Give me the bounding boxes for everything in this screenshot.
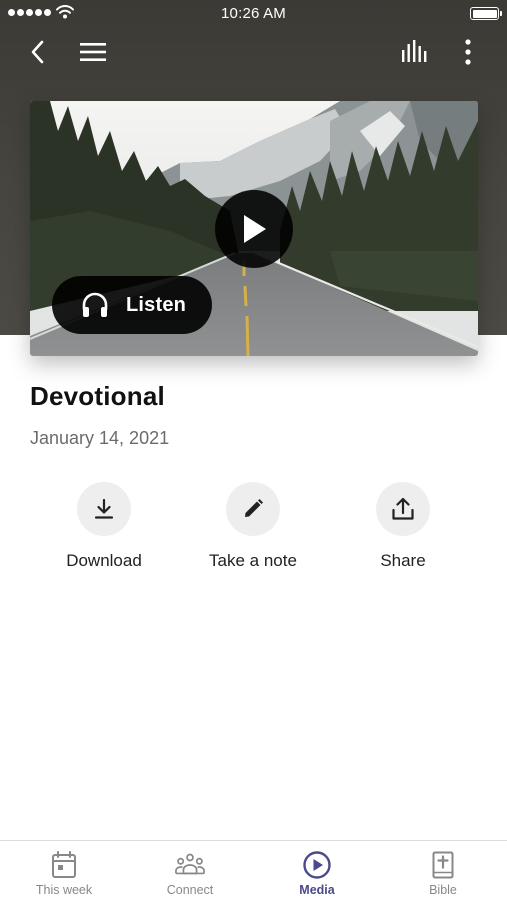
menu-button[interactable] bbox=[76, 36, 110, 68]
headphones-icon bbox=[82, 292, 108, 317]
take-note-circle[interactable] bbox=[226, 482, 280, 536]
tab-label: Connect bbox=[166, 883, 214, 897]
action-row: Download Take a note Share bbox=[0, 482, 507, 582]
calendar-icon bbox=[52, 851, 76, 878]
take-note-label: Take a note bbox=[209, 551, 297, 570]
tab-label: This week bbox=[35, 883, 93, 897]
play-circle-icon bbox=[303, 851, 331, 879]
equalizer-icon bbox=[402, 40, 427, 62]
bible-icon bbox=[432, 851, 454, 879]
tab-label: Bible bbox=[429, 883, 457, 897]
audio-button[interactable] bbox=[397, 36, 433, 68]
share-circle[interactable] bbox=[376, 482, 430, 536]
more-vertical-icon bbox=[465, 39, 471, 65]
more-options-button[interactable] bbox=[455, 36, 481, 68]
download-label: Download bbox=[66, 551, 142, 570]
back-button[interactable] bbox=[22, 36, 54, 68]
tab-bible[interactable]: Bible bbox=[380, 841, 506, 900]
people-icon bbox=[175, 853, 205, 875]
chevron-left-icon bbox=[31, 40, 44, 64]
hamburger-icon bbox=[80, 43, 106, 61]
media-thumbnail[interactable]: Listen bbox=[30, 101, 478, 356]
bottom-tab-bar: This week Connect Media Bible bbox=[0, 840, 507, 900]
download-circle[interactable] bbox=[77, 482, 131, 536]
battery-icon bbox=[470, 7, 502, 20]
status-time: 10:26 AM bbox=[221, 5, 286, 22]
media-date: January 14, 2021 bbox=[30, 428, 170, 448]
pencil-icon bbox=[245, 499, 263, 517]
play-button[interactable] bbox=[215, 190, 293, 268]
listen-button[interactable]: Listen bbox=[52, 276, 212, 334]
tab-media[interactable]: Media bbox=[254, 841, 380, 900]
status-bar: 10:26 AM bbox=[0, 0, 507, 28]
tab-connect[interactable]: Connect bbox=[127, 841, 253, 900]
tab-label: Media bbox=[299, 883, 335, 897]
take-note-button[interactable]: Take a note bbox=[178, 482, 328, 571]
download-icon bbox=[94, 498, 114, 519]
page-title: Devotional bbox=[30, 381, 165, 411]
listen-label: Listen bbox=[126, 293, 187, 316]
play-icon bbox=[244, 215, 266, 243]
share-icon bbox=[392, 497, 414, 520]
download-button[interactable]: Download bbox=[29, 482, 179, 571]
tab-this-week[interactable]: This week bbox=[1, 841, 127, 900]
share-label: Share bbox=[380, 551, 426, 570]
share-button[interactable]: Share bbox=[328, 482, 478, 571]
